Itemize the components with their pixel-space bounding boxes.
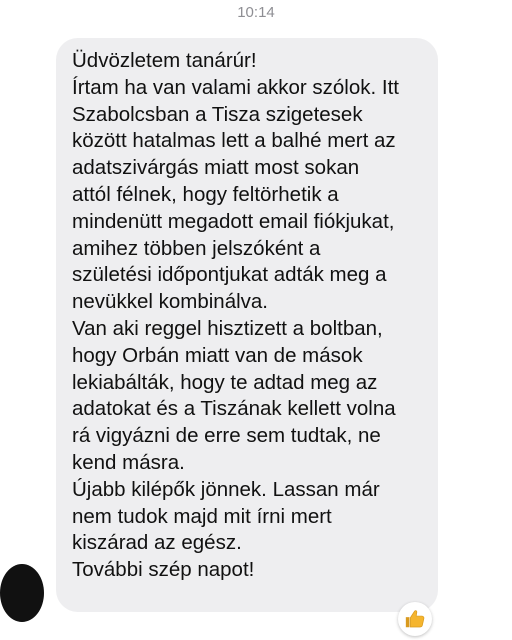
message-line: Újabb kilépők jönnek. Lassan már xyxy=(72,477,380,501)
message-line: Szabolcsban a Tisza szigetesek xyxy=(72,102,363,126)
sender-avatar[interactable] xyxy=(0,564,44,622)
message-line: Írtam ha van valami akkor szólok. Itt xyxy=(72,75,399,99)
message-line: nevükkel kombinálva. xyxy=(72,290,268,314)
message-line: További szép napot! xyxy=(72,558,255,582)
thumbs-up-reaction[interactable] xyxy=(398,602,432,636)
message-line: kend másra. xyxy=(72,450,185,474)
message-timestamp: 10:14 xyxy=(237,4,275,21)
message-line: adatszivárgás miatt most sokan xyxy=(72,156,360,180)
message-line: amihez többen jelszóként a xyxy=(72,236,321,260)
received-message-bubble[interactable]: Üdvözletem tanárúr! Írtam ha van valami … xyxy=(56,38,438,612)
message-line: attól félnek, hogy feltörhetik a xyxy=(72,182,339,206)
message-line: között hatalmas lett a balhé mert az xyxy=(72,129,396,153)
message-line: Van aki reggel hisztizett a boltban, xyxy=(72,316,383,340)
message-line: mindenütt megadott email fiókjukat, xyxy=(72,209,395,233)
message-line: kiszárad az egész. xyxy=(72,531,242,555)
message-line: nem tudok majd mit írni mert xyxy=(72,504,332,528)
message-line: adatokat és a Tiszának kellett volna xyxy=(72,397,396,421)
message-line: születési időpontjukat adták meg a xyxy=(72,263,387,287)
message-line: lekiabálták, hogy te adtad meg az xyxy=(72,370,378,394)
thumbs-up-icon xyxy=(405,610,425,628)
message-line: hogy Orbán miatt van de mások xyxy=(72,343,363,367)
message-line: rá vigyázni de erre sem tudtak, ne xyxy=(72,424,381,448)
message-line: Üdvözletem tanárúr! xyxy=(72,49,257,72)
